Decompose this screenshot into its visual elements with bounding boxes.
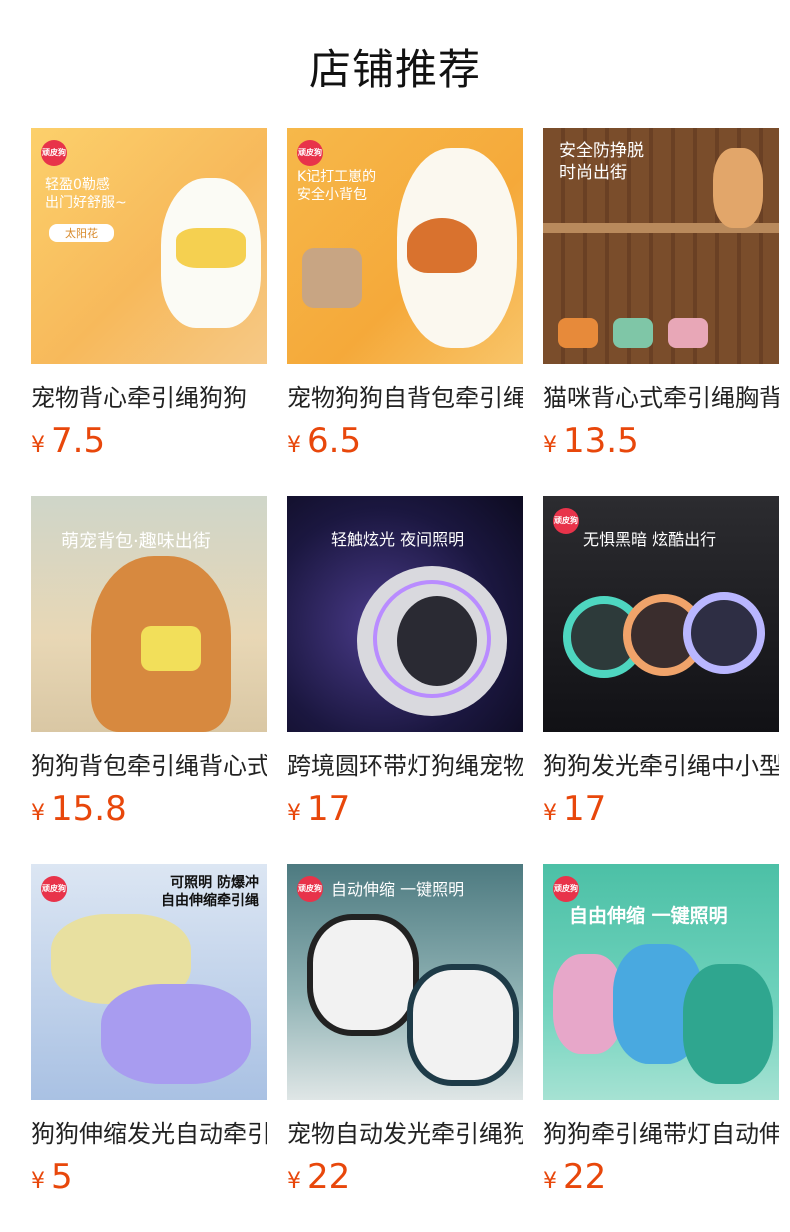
leash-device-black-illustration <box>307 914 419 1036</box>
product-price: ¥13.5 <box>543 421 779 461</box>
price-value: 5 <box>51 1157 73 1197</box>
price-value: 6.5 <box>307 421 362 461</box>
light-ring-purple-icon <box>683 592 765 674</box>
image-caption: 安全防挣脱 时尚出街 <box>559 141 644 184</box>
currency-symbol: ¥ <box>543 433 557 458</box>
product-name[interactable]: 猫咪背心式牵引绳胸背 <box>543 378 779 413</box>
image-caption: K记打工崽的 安全小背包 <box>297 169 377 204</box>
leash-device-teal-illustration <box>407 964 519 1086</box>
product-image[interactable]: 顽皮狗 轻盈0勒感 出门好舒服~ 太阳花 <box>31 128 267 364</box>
product-image[interactable]: 顽皮狗 自动伸缩 一键照明 <box>287 864 523 1100</box>
price-value: 13.5 <box>563 421 639 461</box>
currency-symbol: ¥ <box>31 1169 45 1194</box>
price-value: 7.5 <box>51 421 106 461</box>
brand-logo: 顽皮狗 <box>553 508 579 534</box>
price-value: 17 <box>563 789 607 829</box>
currency-symbol: ¥ <box>287 1169 301 1194</box>
product-name[interactable]: 狗狗伸缩发光自动牵引 <box>31 1114 267 1149</box>
currency-symbol: ¥ <box>287 433 301 458</box>
product-grid: 顽皮狗 轻盈0勒感 出门好舒服~ 太阳花 宠物背心牵引绳狗狗 ¥7.5 顽皮狗 … <box>31 128 779 1232</box>
product-price: ¥22 <box>543 1157 779 1197</box>
product-name[interactable]: 狗狗发光牵引绳中小型 <box>543 746 779 781</box>
brand-logo: 顽皮狗 <box>297 876 323 902</box>
leash-device-purple-illustration <box>101 984 251 1084</box>
currency-symbol: ¥ <box>31 433 45 458</box>
product-price: ¥7.5 <box>31 421 267 461</box>
bag-illustration <box>302 248 362 308</box>
product-name[interactable]: 狗狗牵引绳带灯自动伸 <box>543 1114 779 1149</box>
product-card[interactable]: 顽皮狗 可照明 防爆冲 自由伸缩牵引绳 狗狗伸缩发光自动牵引 ¥5 <box>31 864 267 1232</box>
image-caption: 轻触炫光 夜间照明 <box>331 530 465 549</box>
product-card[interactable]: 顽皮狗 自动伸缩 一键照明 宠物自动发光牵引绳狗 ¥22 <box>287 864 523 1232</box>
product-name[interactable]: 跨境圆环带灯狗绳宠物 <box>287 746 523 781</box>
image-caption: 轻盈0勒感 出门好舒服~ <box>45 177 127 212</box>
product-name[interactable]: 宠物背心牵引绳狗狗 <box>31 378 267 413</box>
light-ring-illustration <box>373 580 491 698</box>
product-price: ¥17 <box>287 789 523 829</box>
product-card[interactable]: 顽皮狗 轻盈0勒感 出门好舒服~ 太阳花 宠物背心牵引绳狗狗 ¥7.5 <box>31 128 267 496</box>
product-price: ¥22 <box>287 1157 523 1197</box>
brand-logo: 顽皮狗 <box>297 140 323 166</box>
brand-logo: 顽皮狗 <box>553 876 579 902</box>
cat-illustration <box>713 148 763 228</box>
image-tag: 太阳花 <box>49 224 114 242</box>
product-card[interactable]: 萌宠背包·趣味出街 狗狗背包牵引绳背心式 ¥15.8 <box>31 496 267 864</box>
currency-symbol: ¥ <box>287 801 301 826</box>
page-title: 店铺推荐 <box>308 45 481 94</box>
product-image[interactable]: 轻触炫光 夜间照明 <box>287 496 523 732</box>
product-image[interactable]: 顽皮狗 可照明 防爆冲 自由伸缩牵引绳 <box>31 864 267 1100</box>
product-card[interactable]: 安全防挣脱 时尚出街 猫咪背心式牵引绳胸背 ¥13.5 <box>543 128 779 496</box>
leash-device-green-illustration <box>683 964 773 1084</box>
product-image[interactable]: 顽皮狗 自由伸缩 一键照明 <box>543 864 779 1100</box>
product-image[interactable]: 顽皮狗 无惧黑暗 炫酷出行 <box>543 496 779 732</box>
product-card[interactable]: 顽皮狗 无惧黑暗 炫酷出行 狗狗发光牵引绳中小型 ¥17 <box>543 496 779 864</box>
image-caption: 自动伸缩 一键照明 <box>331 880 465 899</box>
brand-logo: 顽皮狗 <box>41 876 67 902</box>
product-price: ¥17 <box>543 789 779 829</box>
brand-logo: 顽皮狗 <box>41 140 67 166</box>
product-name[interactable]: 宠物自动发光牵引绳狗 <box>287 1114 523 1149</box>
price-value: 22 <box>563 1157 607 1197</box>
image-caption: 可照明 防爆冲 自由伸缩牵引绳 <box>161 875 259 910</box>
product-image[interactable]: 安全防挣脱 时尚出街 <box>543 128 779 364</box>
product-image[interactable]: 顽皮狗 K记打工崽的 安全小背包 <box>287 128 523 364</box>
product-image[interactable]: 萌宠背包·趣味出街 <box>31 496 267 732</box>
product-price: ¥15.8 <box>31 789 267 829</box>
product-card[interactable]: 顽皮狗 自由伸缩 一键照明 狗狗牵引绳带灯自动伸 ¥22 <box>543 864 779 1232</box>
image-caption: 无惧黑暗 炫酷出行 <box>583 530 717 549</box>
product-price: ¥5 <box>31 1157 267 1197</box>
image-caption: 萌宠背包·趣味出街 <box>61 531 211 552</box>
currency-symbol: ¥ <box>543 801 557 826</box>
burger-bag-illustration <box>407 218 477 273</box>
product-name[interactable]: 宠物狗狗自背包牵引绳 <box>287 378 523 413</box>
image-caption: 自由伸缩 一键照明 <box>569 905 728 927</box>
harness-row-illustration <box>558 318 758 354</box>
price-value: 22 <box>307 1157 351 1197</box>
product-card[interactable]: 轻触炫光 夜间照明 跨境圆环带灯狗绳宠物 ¥17 <box>287 496 523 864</box>
harness-illustration <box>176 228 246 268</box>
price-value: 15.8 <box>51 789 127 829</box>
currency-symbol: ¥ <box>31 801 45 826</box>
product-card[interactable]: 顽皮狗 K记打工崽的 安全小背包 宠物狗狗自背包牵引绳 ¥6.5 <box>287 128 523 496</box>
product-price: ¥6.5 <box>287 421 523 461</box>
product-name[interactable]: 狗狗背包牵引绳背心式 <box>31 746 267 781</box>
currency-symbol: ¥ <box>543 1169 557 1194</box>
price-value: 17 <box>307 789 351 829</box>
backpack-illustration <box>141 626 201 671</box>
